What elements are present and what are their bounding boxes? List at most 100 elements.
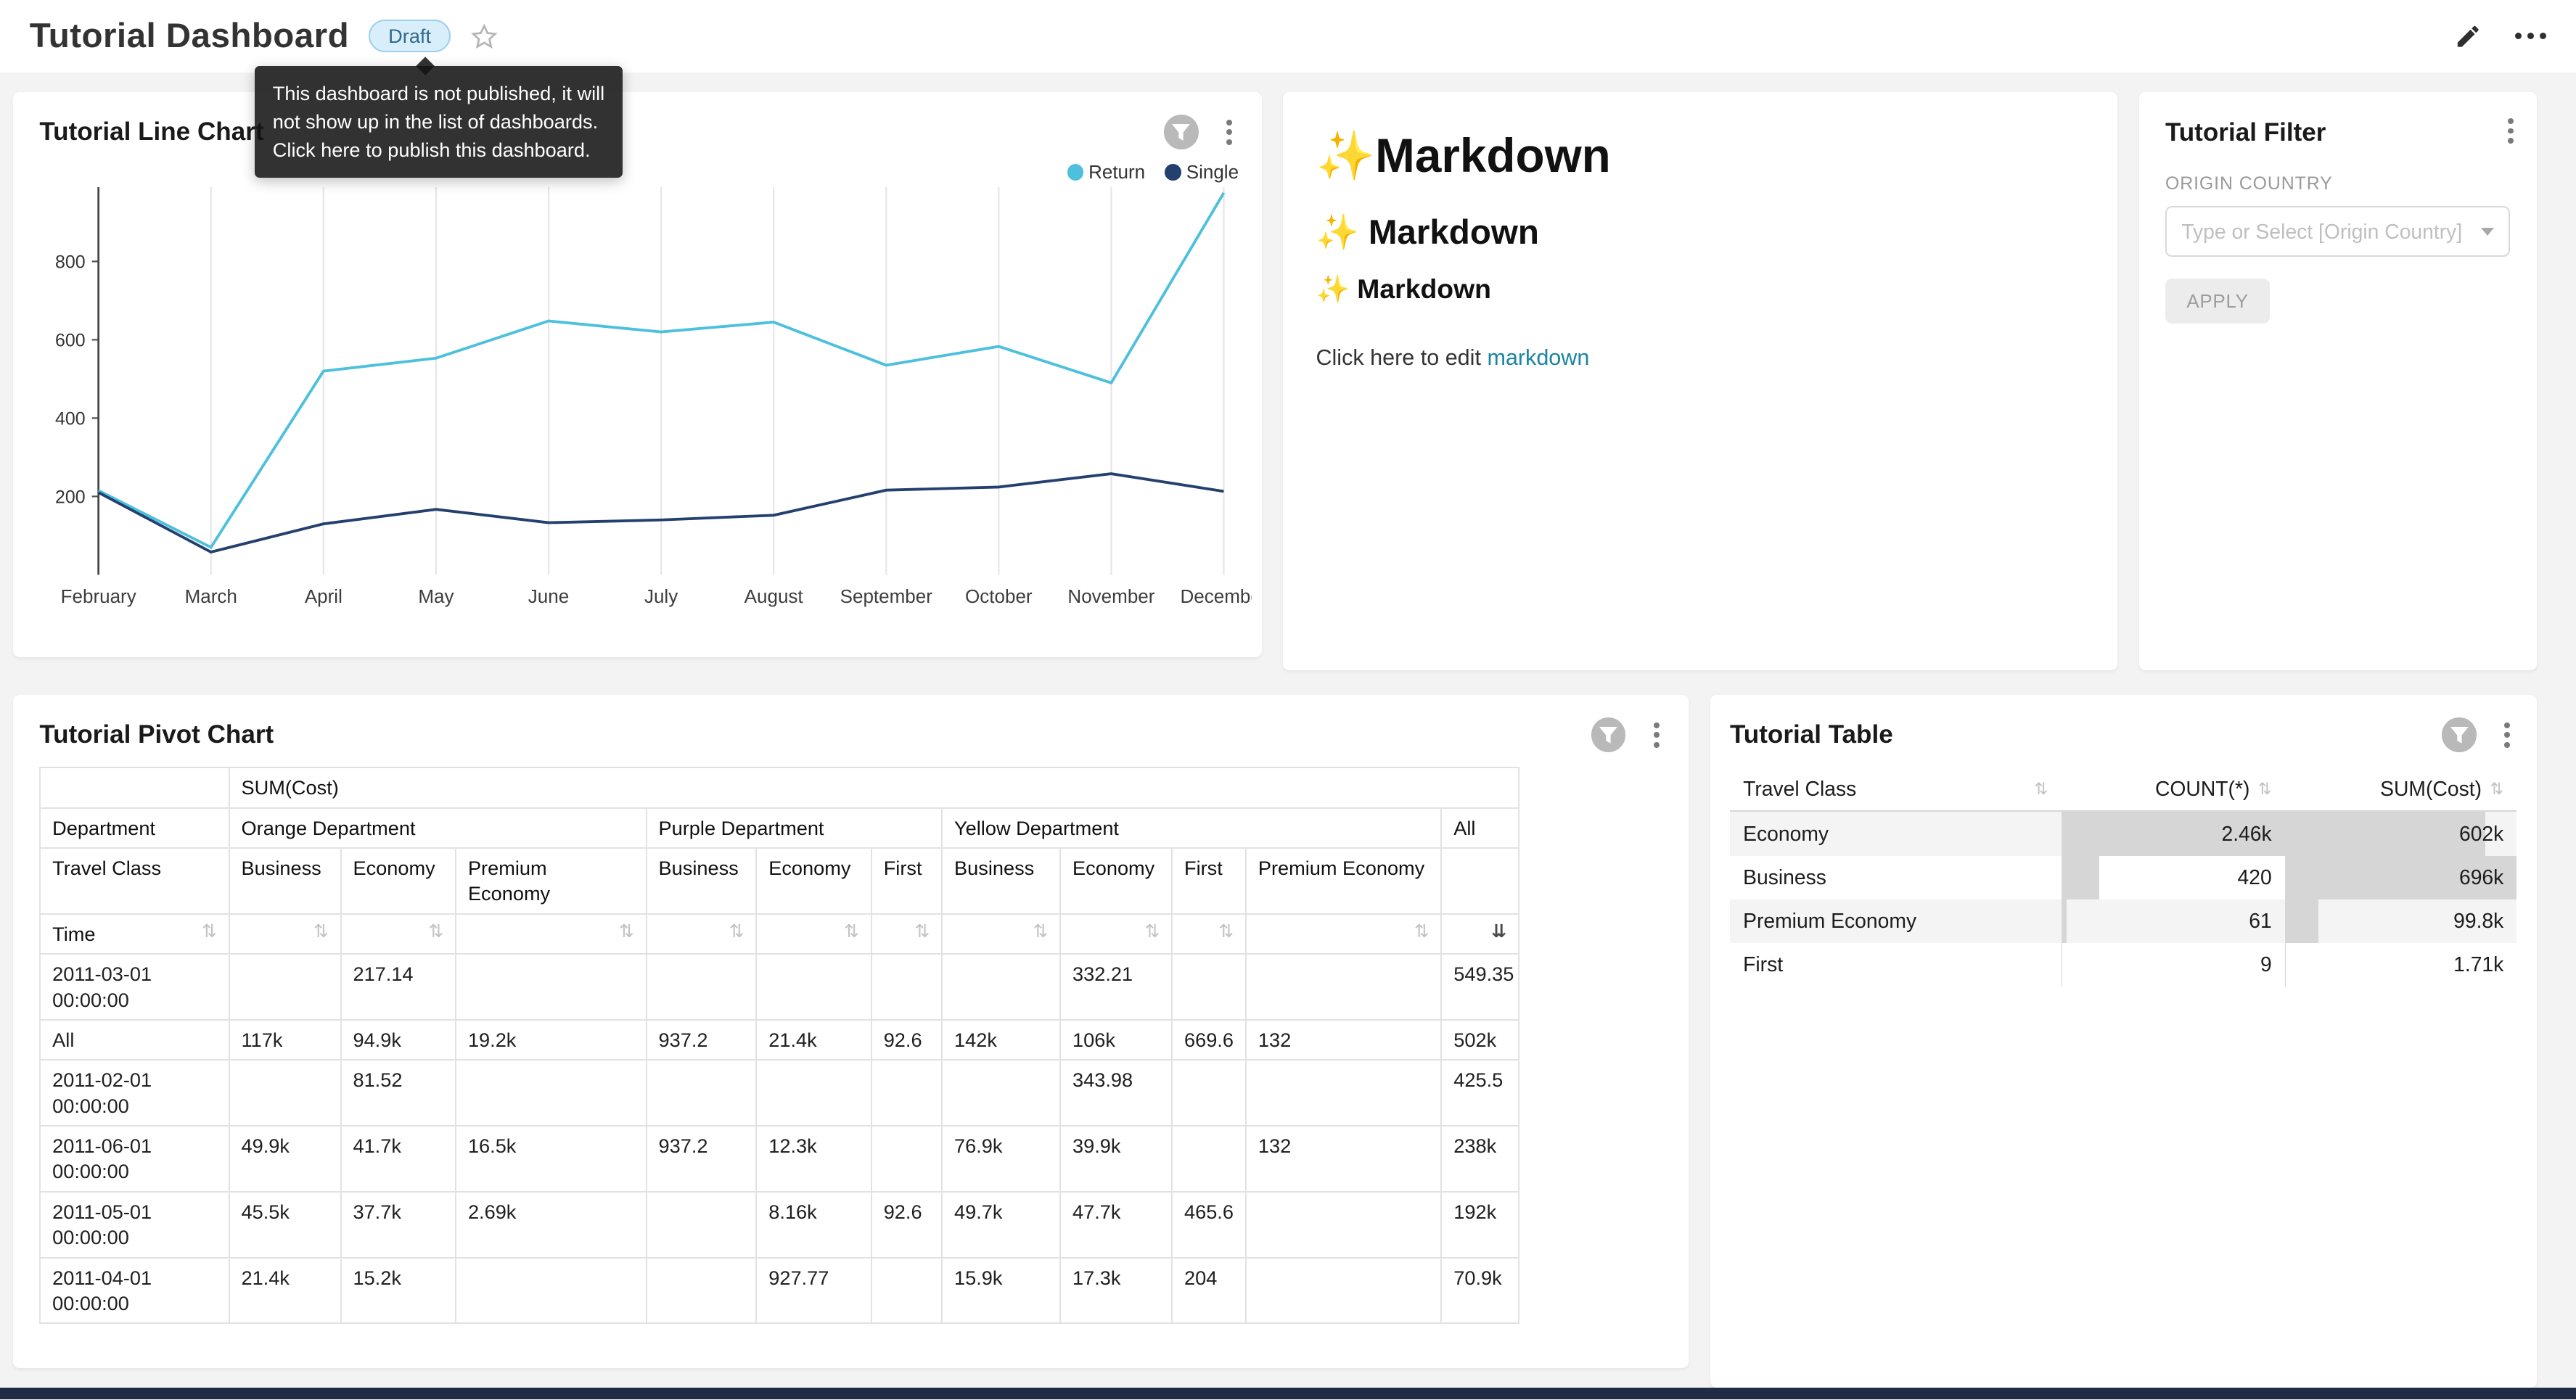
table-row[interactable]: First91.71k [1730,943,2516,987]
pivot-value-cell: 15.9k [942,1258,1060,1324]
pivot-value-cell: 49.9k [229,1126,341,1192]
line-chart-card: Tutorial Line Chart Return Single 200400… [13,92,1262,657]
pivot-class-header: Economy [341,848,456,914]
pivot-value-cell: 192k [1441,1192,1518,1258]
pivot-sort-header[interactable]: ⇅ [229,914,341,954]
pivot-value-cell [647,1060,757,1126]
pivot-sort-header[interactable]: ⇅ [942,914,1060,954]
pivot-value-cell [229,1060,341,1126]
origin-country-select[interactable]: Type or Select [Origin Country] [2165,206,2510,257]
pivot-sort-header[interactable]: ⇅ [456,914,647,954]
table-card-header: Tutorial Table [1730,717,2516,752]
table-row[interactable]: Premium Economy6199.8k [1730,899,2516,943]
pivot-value-cell [1246,1192,1441,1258]
pivot-time-cell: 2011-04-01 00:00:00 [40,1258,229,1324]
pivot-value-cell [942,954,1060,1020]
pivot-travel-class-label: Travel Class [40,848,229,914]
filter-card-title: Tutorial Filter [2165,118,2510,147]
pivot-sort-header[interactable]: ⇅ [1172,914,1246,954]
markdown-edit-link[interactable]: markdown [1487,345,1589,370]
pivot-value-cell: 132 [1246,1126,1441,1192]
pivot-row: All117k94.9k19.2k937.221.4k92.6142k106k6… [40,1020,1519,1060]
pivot-value-cell [1246,1060,1441,1126]
kebab-menu-icon[interactable] [1220,116,1239,148]
table-title: Tutorial Table [1730,720,1893,749]
pivot-sort-header[interactable]: ⇅ [1246,914,1441,954]
kebab-menu-icon[interactable] [1647,719,1666,751]
pivot-value-cell: 92.6 [871,1192,942,1258]
table-row[interactable]: Economy2.46k602k [1730,811,2516,855]
kebab-menu-icon[interactable] [2498,719,2516,751]
pivot-value-cell: 37.7k [341,1192,456,1258]
filter-card: Tutorial Filter ORIGIN COUNTRY Type or S… [2139,92,2537,670]
pivot-value-cell: 332.21 [1060,954,1172,1020]
markdown-paragraph: Click here to edit markdown [1316,345,2085,371]
pivot-sort-header[interactable]: ⇅ [756,914,871,954]
apply-button[interactable]: APPLY [2165,279,2270,324]
table-sort-header[interactable]: Travel Class⇅ [1730,767,2062,811]
pivot-value-cell [229,954,341,1020]
pivot-sort-header[interactable]: ⇅ [647,914,757,954]
pivot-value-cell: 238k [1441,1126,1518,1192]
pivot-value-cell [871,1060,942,1126]
y-tick-label: 400 [55,408,86,429]
sort-icon: ⇅ [202,921,217,943]
pivot-value-cell: 669.6 [1172,1020,1246,1060]
pivot-table: SUM(Cost)DepartmentOrange DepartmentPurp… [39,767,1519,1324]
sort-icon: ⇅ [1144,921,1160,943]
pivot-group-header: Yellow Department [942,808,1441,848]
filter-indicator-icon[interactable] [1164,115,1199,149]
cell-value: 696k [2298,865,2503,889]
dashboard-header: Tutorial Dashboard Draft [0,0,2576,73]
pivot-value-cell: 2.69k [456,1192,647,1258]
column-label: COUNT(*) [2155,777,2249,801]
table-sort-header[interactable]: COUNT(*) ⇅ [2062,767,2285,811]
pivot-sort-header-time[interactable]: ⇅Time [40,914,229,954]
sort-icon: ⇅ [844,921,859,943]
pivot-value-cell: 217.14 [341,954,456,1020]
table-row[interactable]: Business420696k [1730,856,2516,899]
pivot-value-cell [871,1258,942,1324]
footer-strip [0,1388,2576,1399]
cell-value: 602k [2298,822,2503,846]
pivot-class-header [1441,848,1518,914]
pivot-value-cell: 47.7k [1060,1192,1172,1258]
filter-indicator-icon[interactable] [1591,717,1626,752]
sort-icon: ⇅ [619,921,634,943]
table-sort-header[interactable]: SUM(Cost)⇅ [2285,767,2517,811]
cell-value: 420 [2075,865,2272,889]
pivot-time-cell: 2011-05-01 00:00:00 [40,1192,229,1258]
star-icon[interactable] [470,22,498,50]
pivot-value-cell: 343.98 [1060,1060,1172,1126]
pivot-value-cell: 937.2 [647,1126,757,1192]
pivot-time-cell: 2011-06-01 00:00:00 [40,1126,229,1192]
pivot-value-cell: 41.7k [341,1126,456,1192]
draft-badge[interactable]: Draft [369,20,451,52]
pivot-value-cell: 465.6 [1172,1192,1246,1258]
edit-pencil-icon[interactable] [2454,22,2482,50]
sort-icon: ⇅ [313,921,329,943]
markdown-h1: ✨Markdown [1316,128,2085,184]
pivot-sort-header[interactable]: ⇅ [1060,914,1172,954]
pivot-sort-header[interactable]: ⇊ [1441,914,1518,954]
pivot-value-cell: 204 [1172,1258,1246,1324]
line-chart-title: Tutorial Line Chart [39,118,263,147]
filter-indicator-icon[interactable] [2442,717,2477,752]
sum-cell: 696k [2285,856,2517,899]
sum-cell: 99.8k [2285,899,2517,943]
kebab-menu-icon[interactable] [2501,115,2520,147]
draft-tooltip[interactable]: This dashboard is not published, it will… [255,66,623,178]
pivot-value-cell [647,1192,757,1258]
legend-dot-single [1165,164,1181,181]
more-menu-icon[interactable] [2515,26,2546,46]
pivot-value-cell [756,954,871,1020]
pivot-value-cell [1172,1126,1246,1192]
pivot-value-cell: 937.2 [647,1020,757,1060]
sort-icon: ⇅ [2258,779,2272,799]
pivot-sort-header[interactable]: ⇅ [341,914,456,954]
pivot-sort-header[interactable]: ⇅ [871,914,942,954]
pivot-class-header: First [871,848,942,914]
page-title: Tutorial Dashboard [30,16,349,56]
pivot-value-cell: 16.5k [456,1126,647,1192]
dashboard-page: Tutorial Dashboard Draft This dashboard … [0,0,2576,1399]
